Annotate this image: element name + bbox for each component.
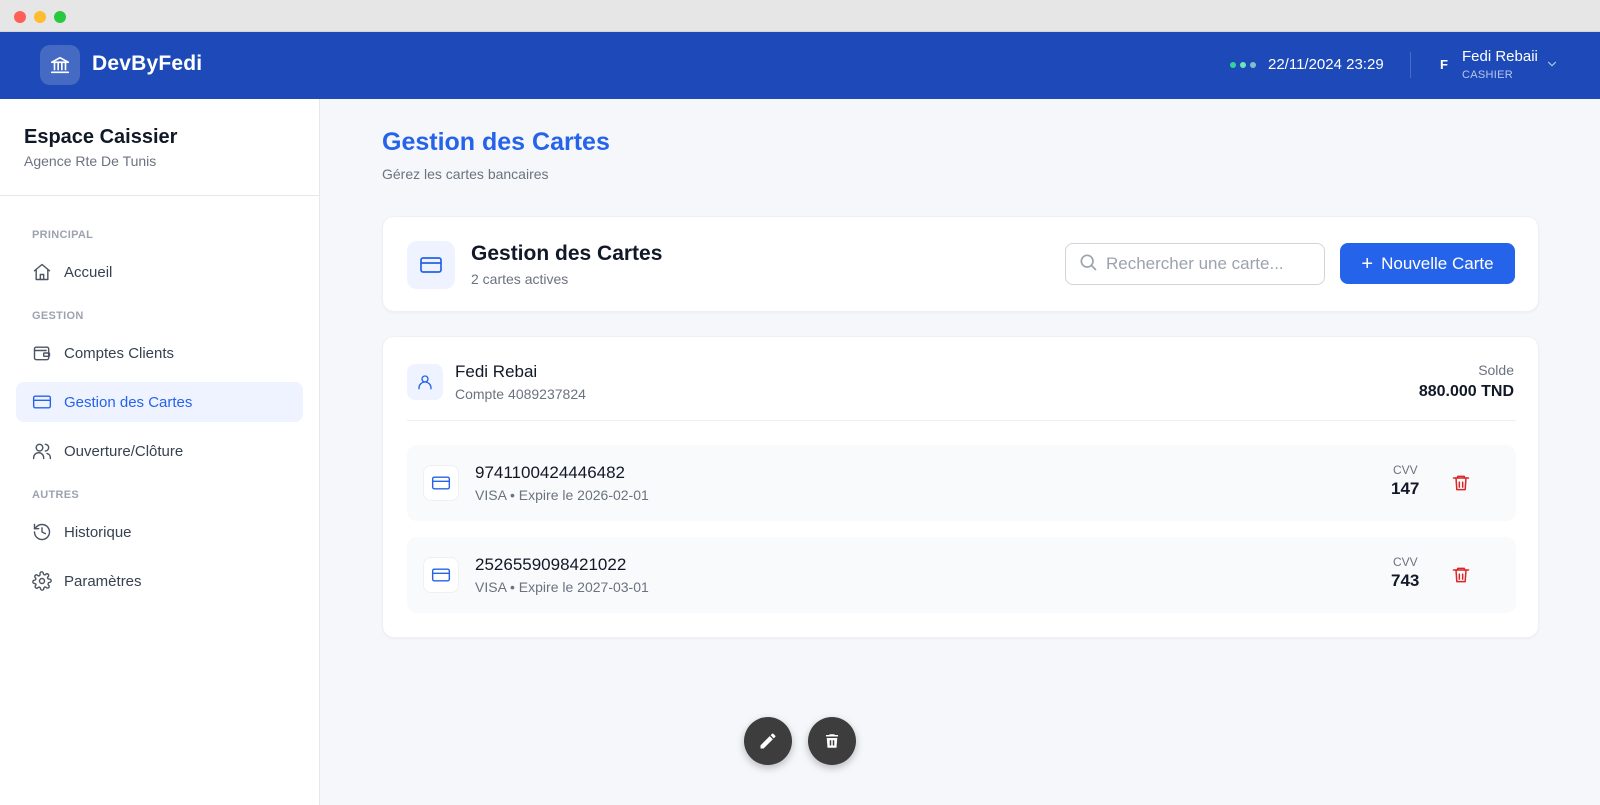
cvv-value: 147 (1391, 479, 1420, 498)
sidebar-subtitle: Agence Rte De Tunis (24, 153, 157, 169)
page-subtitle: Gérez les cartes bancaires (382, 166, 549, 182)
credit-card-icon (407, 241, 455, 289)
client-account: Compte 4089237824 (455, 386, 586, 402)
account-number: 4089237824 (508, 386, 586, 402)
client-name: Fedi Rebai (455, 362, 538, 381)
cvv-label: CVV (1393, 463, 1418, 477)
section-title: Gestion des Cartes (471, 242, 663, 265)
sidebar-item-accueil[interactable]: Accueil (16, 252, 303, 292)
new-card-label: Nouvelle Carte (1381, 253, 1494, 273)
sidebar-item-label: Ouverture/Clôture (64, 442, 184, 460)
cvv-label: CVV (1393, 555, 1418, 569)
search-icon (1078, 252, 1098, 277)
new-card-button[interactable]: + Nouvelle Carte (1340, 243, 1515, 284)
section-gestion: GESTION (32, 310, 84, 322)
sidebar-item-historique[interactable]: Historique (16, 512, 303, 552)
window-titlebar (0, 0, 1600, 32)
user-name[interactable]: Fedi Rebaii (1462, 48, 1538, 65)
card-number: 2526559098421022 (475, 555, 627, 574)
sidebar-item-comptes-clients[interactable]: Comptes Clients (16, 333, 303, 373)
section-autres: AUTRES (32, 489, 80, 501)
wallet-icon (32, 343, 52, 363)
trash-icon (826, 734, 838, 748)
user-role: CASHIER (1462, 69, 1513, 81)
plus-icon: + (1361, 252, 1374, 275)
sidebar-item-gestion-cartes[interactable]: Gestion des Cartes (16, 382, 303, 422)
search-input[interactable] (1106, 254, 1306, 274)
balance-value: 880.000 TND (1418, 383, 1514, 400)
home-icon (32, 262, 52, 282)
sidebar-item-label: Comptes Clients (64, 344, 175, 362)
account-label: Compte (455, 386, 505, 402)
current-datetime: 22/11/2024 23:29 (1268, 56, 1384, 73)
minimize-window-button[interactable] (34, 11, 46, 23)
brand-name[interactable]: DevByFedi (92, 52, 202, 76)
delete-card-button[interactable] (1449, 563, 1473, 587)
sidebar-item-label: Paramètres (64, 572, 142, 590)
bank-logo-icon[interactable] (40, 45, 80, 85)
close-window-button[interactable] (14, 11, 26, 23)
user-avatar[interactable]: F (1440, 57, 1448, 72)
user-icon (407, 364, 443, 400)
pencil-icon (760, 733, 776, 749)
active-cards-count: 2 cartes actives (471, 271, 569, 287)
history-icon (32, 522, 52, 542)
credit-card-icon (423, 465, 459, 501)
header-divider (1410, 52, 1411, 78)
card-number: 9741100424446482 (475, 463, 626, 482)
page-title: Gestion des Cartes (382, 128, 610, 156)
card-meta: VISA • Expire le 2027-03-01 (475, 579, 649, 595)
users-icon (32, 441, 52, 461)
card-row: 2526559098421022 VISA • Expire le 2027-0… (407, 537, 1516, 613)
sidebar-item-ouverture-cloture[interactable]: Ouverture/Clôture (16, 431, 303, 471)
trash-icon (1452, 567, 1470, 583)
app-header: DevByFedi 22/11/2024 23:29 F Fedi Rebaii… (0, 32, 1600, 99)
delete-fab-button[interactable] (808, 717, 856, 765)
card-meta: VISA • Expire le 2026-02-01 (475, 487, 649, 503)
sidebar-item-label: Accueil (64, 263, 113, 281)
chevron-down-icon[interactable] (1545, 57, 1559, 76)
section-principal: PRINCIPAL (32, 229, 94, 241)
sidebar-item-label: Gestion des Cartes (64, 393, 193, 411)
sidebar-title: Espace Caissier (24, 126, 178, 148)
delete-card-button[interactable] (1449, 471, 1473, 495)
card-row: 9741100424446482 VISA • Expire le 2026-0… (407, 445, 1516, 521)
trash-icon (1452, 475, 1470, 491)
cvv-value: 743 (1391, 571, 1420, 590)
status-indicator-icon (1230, 62, 1256, 68)
sidebar-item-parametres[interactable]: Paramètres (16, 561, 303, 601)
sidebar-item-label: Historique (64, 523, 132, 541)
edit-fab-button[interactable] (744, 717, 792, 765)
maximize-window-button[interactable] (54, 11, 66, 23)
credit-card-icon (423, 557, 459, 593)
panel-divider (407, 420, 1516, 421)
client-cards-panel: Fedi Rebai Compte 4089237824 Solde 880.00… (382, 336, 1539, 638)
credit-card-icon (32, 392, 52, 412)
search-box[interactable] (1065, 243, 1325, 285)
settings-icon (32, 571, 52, 591)
sidebar: Espace Caissier Agence Rte De Tunis PRIN… (0, 99, 320, 805)
balance-label: Solde (1478, 362, 1514, 378)
cards-toolbar-card: Gestion des Cartes 2 cartes actives + No… (382, 216, 1539, 312)
sidebar-divider (0, 195, 319, 196)
